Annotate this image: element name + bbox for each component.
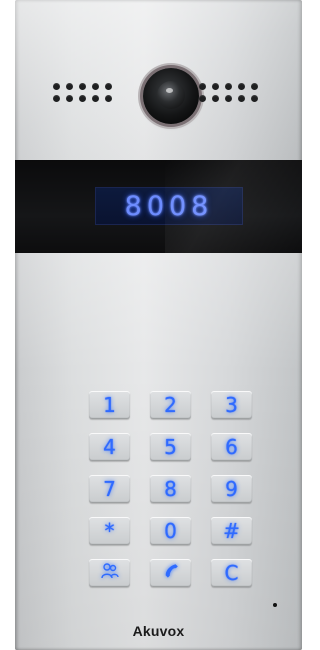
key-0[interactable]: 0 bbox=[150, 517, 191, 545]
speaker-hole bbox=[238, 83, 245, 90]
speaker-hole bbox=[105, 83, 112, 90]
key-1[interactable]: 1 bbox=[89, 391, 130, 419]
key-label: * bbox=[104, 519, 115, 543]
display-screen: 8008 bbox=[95, 187, 243, 225]
speaker-hole bbox=[66, 95, 73, 102]
key-label: # bbox=[223, 519, 240, 543]
lens-glint bbox=[166, 88, 173, 93]
speaker-hole bbox=[251, 83, 258, 90]
speaker-hole bbox=[238, 95, 245, 102]
speaker-hole bbox=[225, 83, 232, 90]
speaker-hole bbox=[212, 95, 219, 102]
key-label: 6 bbox=[225, 435, 238, 459]
speaker-hole bbox=[212, 83, 219, 90]
key-contacts[interactable] bbox=[89, 559, 130, 587]
key-7[interactable]: 7 bbox=[89, 475, 130, 503]
key-label: 3 bbox=[225, 393, 238, 417]
call-icon bbox=[161, 561, 181, 586]
keypad: 1 2 3 4 5 6 7 8 9 * 0 # C bbox=[89, 391, 253, 587]
key-clear[interactable]: C bbox=[211, 559, 252, 587]
key-2[interactable]: 2 bbox=[150, 391, 191, 419]
speaker-hole bbox=[66, 83, 73, 90]
speaker-hole bbox=[199, 95, 206, 102]
key-label: 7 bbox=[103, 477, 116, 501]
speaker-hole bbox=[92, 83, 99, 90]
speaker-hole bbox=[53, 83, 60, 90]
key-5[interactable]: 5 bbox=[150, 433, 191, 461]
status-indicator bbox=[273, 603, 277, 607]
speaker-hole bbox=[92, 95, 99, 102]
key-3[interactable]: 3 bbox=[211, 391, 252, 419]
intercom-panel: 8008 1 2 3 4 5 6 7 8 9 * 0 # C Akuvox bbox=[15, 0, 302, 650]
speaker-grille-left bbox=[53, 83, 115, 102]
speaker-grille-right bbox=[199, 83, 261, 102]
brand-logo: Akuvox bbox=[132, 623, 185, 639]
key-hash[interactable]: # bbox=[211, 517, 252, 545]
key-label: 4 bbox=[103, 435, 116, 459]
speaker-hole bbox=[79, 83, 86, 90]
key-label: 8 bbox=[164, 477, 177, 501]
contacts-icon bbox=[100, 561, 120, 586]
key-label: 2 bbox=[164, 393, 177, 417]
key-label: 0 bbox=[164, 519, 177, 543]
key-8[interactable]: 8 bbox=[150, 475, 191, 503]
speaker-hole bbox=[251, 95, 258, 102]
key-label: 9 bbox=[225, 477, 238, 501]
key-9[interactable]: 9 bbox=[211, 475, 252, 503]
speaker-hole bbox=[225, 95, 232, 102]
key-label: 1 bbox=[103, 393, 116, 417]
camera-lens bbox=[157, 81, 185, 109]
speaker-hole bbox=[105, 95, 112, 102]
key-star[interactable]: * bbox=[89, 517, 130, 545]
speaker-hole bbox=[199, 83, 206, 90]
key-6[interactable]: 6 bbox=[211, 433, 252, 461]
speaker-hole bbox=[53, 95, 60, 102]
display-readout: 8008 bbox=[124, 190, 214, 222]
display-band: 8008 bbox=[15, 160, 302, 253]
camera-icon bbox=[143, 68, 199, 124]
key-label: C bbox=[224, 561, 239, 585]
key-label: 5 bbox=[164, 435, 177, 459]
key-call[interactable] bbox=[150, 559, 191, 587]
key-4[interactable]: 4 bbox=[89, 433, 130, 461]
speaker-hole bbox=[79, 95, 86, 102]
